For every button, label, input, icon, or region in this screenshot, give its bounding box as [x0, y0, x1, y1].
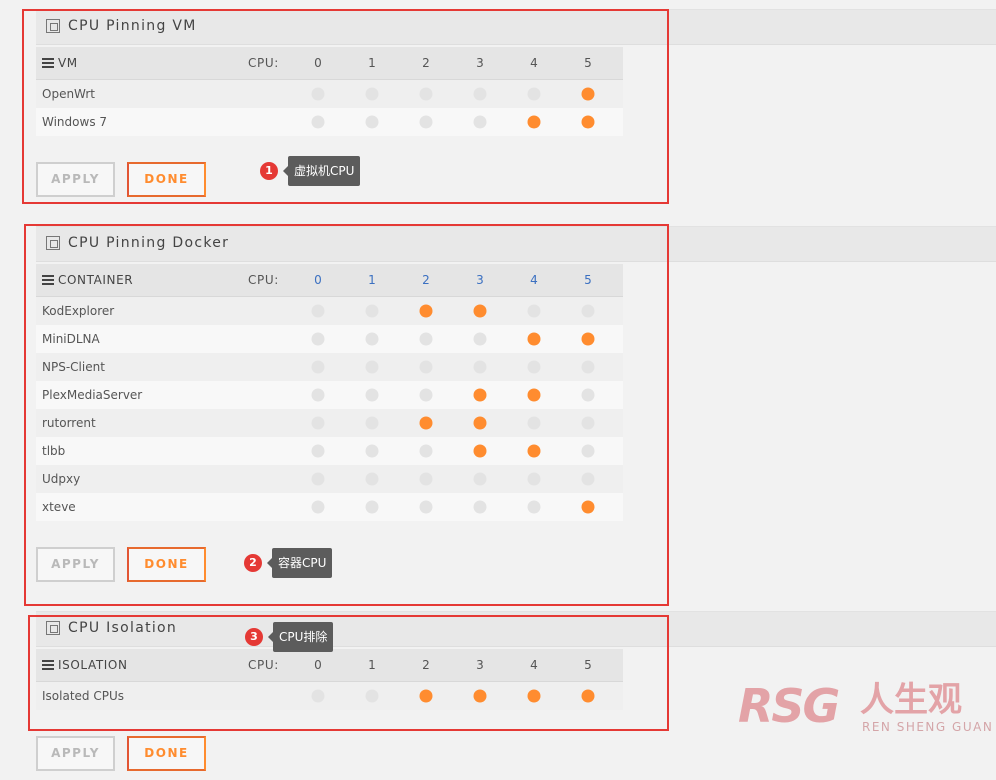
- annotation-tooltip: 容器CPU: [266, 548, 333, 578]
- isolation-highlight-frame: [28, 615, 669, 731]
- watermark-cn-text: 人生观: [860, 680, 962, 720]
- annotation-tooltip: 虚拟机CPU: [282, 156, 361, 186]
- annotation-tooltip: CPU排除: [267, 622, 334, 652]
- rsg-watermark-logo: RSG 人生观 REN SHENG GUAN: [738, 678, 996, 738]
- isolation-done-button[interactable]: DONE: [127, 736, 206, 771]
- annotation-badge: 3: [245, 628, 263, 646]
- isolation-annotation: 3 CPU排除: [245, 622, 334, 652]
- isolation-apply-button[interactable]: APPLY: [36, 736, 115, 771]
- watermark-en-text: REN SHENG GUAN: [862, 720, 994, 734]
- annotation-badge: 2: [244, 554, 262, 572]
- docker-highlight-frame: [24, 224, 669, 606]
- vm-annotation: 1 虚拟机CPU: [260, 156, 361, 186]
- annotation-badge: 1: [260, 162, 278, 180]
- watermark-rsg-text: RSG: [738, 679, 840, 733]
- docker-annotation: 2 容器CPU: [244, 548, 333, 578]
